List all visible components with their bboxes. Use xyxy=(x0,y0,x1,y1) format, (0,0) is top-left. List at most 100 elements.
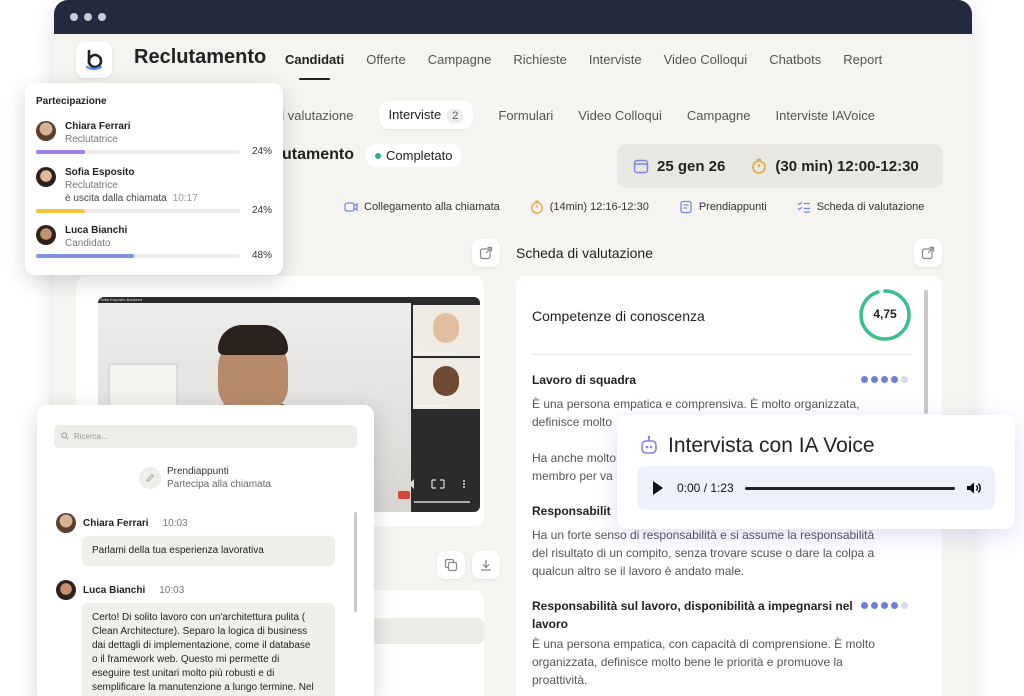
criterion-text: Ha un forte senso di responsabilità e si… xyxy=(532,526,912,580)
criterion-title: Lavoro di squadra xyxy=(532,373,637,387)
message-line: eseguire test unitari molto più robusti … xyxy=(92,668,275,679)
expand-scorecard-button[interactable] xyxy=(914,239,942,267)
criterion-text: È una persona empatica, con capacità di … xyxy=(532,635,912,689)
avatar xyxy=(36,167,56,187)
status-badge: Completato xyxy=(366,144,462,167)
nav-candidati[interactable]: Candidati xyxy=(285,52,344,80)
tab-video-colloqui[interactable]: Video Colloqui xyxy=(578,108,662,123)
app-title: Reclutamento xyxy=(134,46,267,68)
participant-thumb[interactable]: Ana García Fernández xyxy=(413,305,480,356)
nav-video-colloqui[interactable]: Video Colloqui xyxy=(664,52,748,67)
call-link[interactable]: Collegamento alla chiamata xyxy=(344,201,500,213)
participant-role: Reclutatrice xyxy=(65,134,118,145)
call-duration-label: (14min) 12:16-12:30 xyxy=(549,201,649,213)
participation-bar xyxy=(36,150,240,154)
criterion-title-line: Responsabilità sul lavoro, disponibilità… xyxy=(532,599,853,613)
checklist-icon xyxy=(797,201,810,213)
interview-time: (30 min) 12:00-12:30 xyxy=(775,157,919,175)
notetaker-status: Partecipa alla chiamata xyxy=(167,479,271,490)
tab-campagne[interactable]: Campagne xyxy=(687,108,751,123)
participant-row: Chiara Ferrari Reclutatrice 24% xyxy=(36,121,272,161)
status-dot xyxy=(375,152,381,159)
participant-note-text: è uscita dalla chiamata xyxy=(65,193,167,204)
participation-percent: 48% xyxy=(251,250,272,261)
nav-campagne[interactable]: Campagne xyxy=(428,52,492,67)
video-title: Sofia Esposito Backend xyxy=(100,297,143,302)
participant-name: Sofia Esposito xyxy=(65,167,135,178)
participation-bar-fill xyxy=(36,209,85,213)
top-nav: Reclutamento Candidati Offerte Campagne … xyxy=(54,34,972,86)
speaker-hair xyxy=(218,325,288,355)
logo[interactable] xyxy=(76,42,112,78)
window-dot xyxy=(70,13,78,21)
tab-count-badge: 2 xyxy=(447,109,464,123)
audio-progress[interactable] xyxy=(745,487,955,490)
message-bubble: Parlami della tua esperienza lavorativa xyxy=(82,536,335,566)
chat-panel: Ricerca... Prendiappunti Partecipa alla … xyxy=(37,405,374,696)
tab-valutazione[interactable]: di valutazione xyxy=(274,108,354,123)
play-icon[interactable] xyxy=(653,481,663,495)
criterion-title: Responsabilità sul lavoro, disponibilità… xyxy=(532,597,862,633)
scorecard-section-title: Scheda di valutazione xyxy=(516,245,653,261)
transcript-input[interactable] xyxy=(366,618,484,644)
message-time: 10:03 xyxy=(159,584,185,596)
external-link-icon xyxy=(479,246,493,260)
criterion-line: del risultato di un compito, senza trova… xyxy=(532,546,875,560)
nav-report[interactable]: Report xyxy=(843,52,882,67)
participation-bar xyxy=(36,254,240,258)
ia-voice-title: Intervista con IA Voice xyxy=(668,434,875,457)
notes-icon xyxy=(680,200,692,214)
scorecard-title: Competenze di conoscenza xyxy=(532,308,705,324)
scorecard-link[interactable]: Scheda di valutazione xyxy=(797,200,925,214)
video-progress[interactable] xyxy=(414,501,470,503)
participant-face xyxy=(433,366,459,396)
audio-player: 0:00 / 1:23 xyxy=(637,466,995,510)
video-call-icon xyxy=(344,202,358,212)
participant-name: Luca Bianchi xyxy=(65,225,128,236)
message-header: Luca Bianchi 10:03 xyxy=(56,580,184,600)
window-dot xyxy=(98,13,106,21)
notes-link[interactable]: Prendiappunti xyxy=(679,200,767,214)
call-duration: (14min) 12:16-12:30 xyxy=(530,200,649,214)
divider xyxy=(532,354,912,355)
robot-icon xyxy=(641,435,657,454)
avatar xyxy=(36,121,56,141)
participation-bar-fill xyxy=(36,254,134,258)
tab-interviste-iavoice[interactable]: Interviste IAVoice xyxy=(776,108,875,123)
nav-richieste[interactable]: Richieste xyxy=(513,52,566,67)
participant-row: Luca Bianchi Candidato 48% xyxy=(36,225,272,265)
notes-label: Prendiappunti xyxy=(698,201,767,213)
video-controls[interactable] xyxy=(406,477,480,491)
message-line: semplificare la manutenzione a lungo ter… xyxy=(92,682,314,693)
search-input[interactable]: Ricerca... xyxy=(54,425,357,448)
window-dot xyxy=(84,13,92,21)
tab-interviste[interactable]: Interviste 2 xyxy=(378,101,474,129)
message-author: Luca Bianchi xyxy=(83,584,146,596)
message-line: dai dettagli di implementazione, come il… xyxy=(92,640,311,651)
participant-thumb-label: Carolina Jimenez xyxy=(415,403,446,408)
chat-scrollbar[interactable] xyxy=(354,512,357,612)
message-line: Certo! Di solito lavoro con un'architett… xyxy=(92,612,306,623)
record-indicator xyxy=(398,491,410,499)
copy-button[interactable] xyxy=(437,551,465,579)
participation-bar xyxy=(36,209,240,213)
participant-thumb[interactable]: Carolina Jimenez xyxy=(413,358,480,409)
participant-name: Chiara Ferrari xyxy=(65,121,131,132)
criterion-title-line: lavoro xyxy=(532,617,569,631)
participant-note-time: 10:17 xyxy=(172,193,198,204)
volume-icon[interactable] xyxy=(965,479,983,497)
expand-video-button[interactable] xyxy=(472,239,500,267)
audio-time: 0:00 / 1:23 xyxy=(677,481,734,495)
interview-date: 25 gen 26 xyxy=(657,157,726,175)
scorecard-scrollbar[interactable] xyxy=(924,290,928,414)
meta-row: Collegamento alla chiamata (14min) 12:16… xyxy=(344,200,954,214)
scorecard-label: Scheda di valutazione xyxy=(816,201,925,213)
nav-offerte[interactable]: Offerte xyxy=(366,52,406,67)
message-header: Chiara Ferrari 10:03 xyxy=(56,513,188,533)
nav-chatbots[interactable]: Chatbots xyxy=(769,52,821,67)
download-button[interactable] xyxy=(472,551,500,579)
message-line: Parlami della tua esperienza lavorativa xyxy=(92,545,264,556)
criterion-title: Responsabilit xyxy=(532,504,611,518)
tab-formulari[interactable]: Formulari xyxy=(498,108,553,123)
nav-interviste[interactable]: Interviste xyxy=(589,52,642,67)
